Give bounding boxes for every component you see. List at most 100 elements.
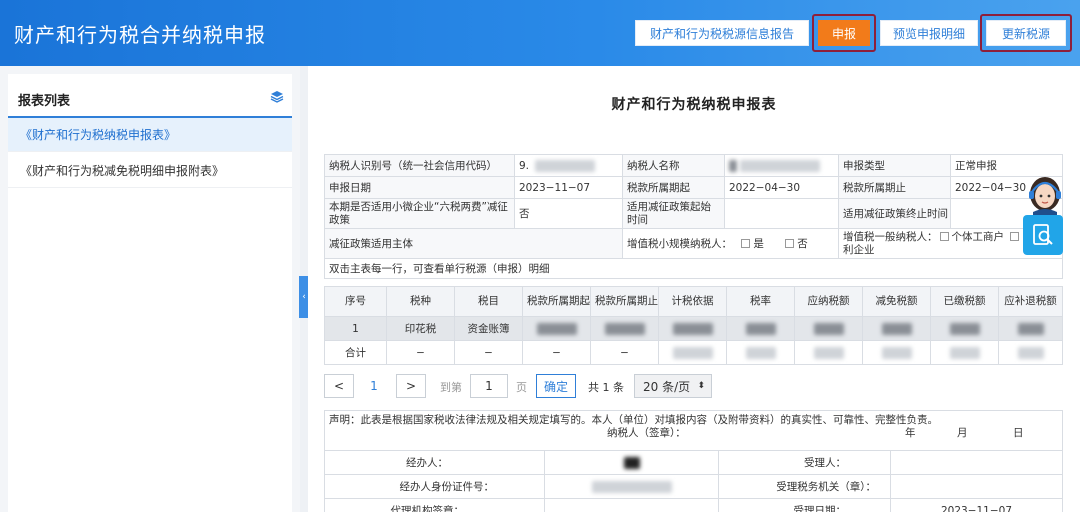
agent-value[interactable] (544, 450, 719, 475)
small-scale-yes-checkbox[interactable] (741, 239, 751, 248)
header-reduction: 减免税额 (862, 286, 931, 317)
tax-office-label: 受理税务机关（章）： (718, 474, 891, 499)
taxpayer-name-label: 纳税人名称 (622, 154, 725, 177)
page-input[interactable]: 1 (470, 374, 508, 398)
agent-id-label: 经办人身份证件号： (324, 474, 545, 499)
row-item: 资金账簿 (454, 316, 523, 341)
row-basis (658, 316, 727, 341)
prev-page-button[interactable]: < (324, 374, 354, 398)
document-search-icon (1033, 224, 1053, 245)
total-paid (930, 340, 999, 365)
total-reduction (862, 340, 931, 365)
row-period-start (522, 316, 591, 341)
enterprise-checkbox[interactable] (1010, 231, 1019, 241)
sidebar-item-main-form[interactable]: 《财产和行为税纳税申报表》 (8, 118, 292, 152)
row-payable (794, 316, 863, 341)
individual-label: 个体工商户 (951, 230, 1005, 243)
confirm-page-button[interactable]: 确定 (536, 374, 576, 398)
declare-date-label: 申报日期 (324, 176, 515, 199)
total-label: 合计 (324, 340, 387, 365)
header-rate: 税率 (726, 286, 795, 317)
total-rate (726, 340, 795, 365)
taxpayer-id-value[interactable]: 9. (514, 154, 623, 177)
day-label: 日 (1013, 427, 1024, 439)
header-period-start: 税款所属期起 (522, 286, 591, 317)
taxpayer-id-label: 纳税人识别号（统一社会信用代码） (324, 154, 515, 177)
small-micro-label: 本期是否适用小微企业“六税两费”减征政策 (324, 198, 515, 229)
reduction-start-value[interactable] (724, 198, 839, 229)
page-size-value: 20 条/页 (643, 379, 691, 394)
total-tax: − (386, 340, 455, 365)
page-size-select[interactable]: 20 条/页 ⬍ (634, 374, 712, 398)
update-source-button[interactable]: 更新税源 (986, 20, 1066, 46)
table-row[interactable]: 1 印花税 资金账簿 (324, 316, 1063, 341)
report-list-title: 报表列表 (18, 94, 71, 109)
preview-button[interactable]: 预览申报明细 (880, 20, 978, 46)
layers-icon[interactable] (270, 90, 284, 104)
sidebar-item-reduction-form[interactable]: 《财产和行为税减免税明细申报附表》 (8, 154, 292, 188)
next-page-button[interactable]: > (396, 374, 426, 398)
pagination: < 1 > 到第 1 页 确定 共 1 条 20 条/页 ⬍ (324, 374, 744, 398)
receive-date-label: 受理日期： (718, 498, 891, 512)
agency-label: 代理机构签章： (324, 498, 545, 512)
assistant-search-button[interactable] (1023, 215, 1063, 255)
row-index: 1 (324, 316, 387, 341)
form-title: 财产和行为税纳税申报表 (611, 97, 777, 113)
total-row: 合计 − − − − (324, 340, 1063, 365)
total-item: − (454, 340, 523, 365)
header-tax: 税种 (386, 286, 455, 317)
current-page[interactable]: 1 (362, 374, 386, 398)
period-start-value: 2022−04−30 (724, 176, 839, 199)
total-count: 共 1 条 (588, 381, 624, 394)
info-table: 纳税人识别号（统一社会信用代码） 9. 纳税人名称 申报类型 正常申报 申报日期… (324, 154, 1063, 279)
page-unit: 页 (516, 381, 527, 394)
no-label: 否 (797, 238, 808, 250)
agent-id-value[interactable] (544, 474, 719, 499)
declare-date-value: 2023−11−07 (514, 176, 623, 199)
taxpayer-name-value[interactable] (724, 154, 839, 177)
yes-label: 是 (753, 238, 764, 250)
general-tail-label: 利企业 (843, 243, 875, 256)
receiver-value (890, 450, 1063, 475)
reduction-start-label: 适用减征政策起始时间 (622, 198, 725, 229)
total-period-start: − (522, 340, 591, 365)
statement-text: 声明：此表是根据国家税收法律法规及相关规定填写的。本人（单位）对填报内容（及附带… (329, 414, 938, 426)
source-report-button[interactable]: 财产和行为税税源信息报告 (635, 20, 809, 46)
updown-icon: ⬍ (697, 381, 705, 391)
report-list-panel: 报表列表 《财产和行为税纳税申报表》 《财产和行为税减免税明细申报附表》 (8, 74, 292, 512)
tax-office-value (890, 474, 1063, 499)
declare-button[interactable]: 申报 (818, 20, 870, 46)
small-scale-no-checkbox[interactable] (785, 239, 795, 248)
header-item: 税目 (454, 286, 523, 317)
small-micro-value[interactable]: 否 (514, 198, 623, 229)
statement-cell: 声明：此表是根据国家税收法律法规及相关规定填写的。本人（单位）对填报内容（及附带… (324, 410, 1063, 451)
total-payable (794, 340, 863, 365)
receive-date-value: 2023−11−07 (890, 498, 1063, 512)
sidebar: 报表列表 《财产和行为税纳税申报表》 《财产和行为税减免税明细申报附表》 (0, 66, 300, 512)
reduction-subject-label: 减征政策适用主体 (324, 228, 623, 259)
row-reduction (862, 316, 931, 341)
customer-service-avatar-icon[interactable] (1022, 170, 1068, 218)
header-refund: 应补退税额 (998, 286, 1063, 317)
total-basis (658, 340, 727, 365)
header-basis: 计税依据 (658, 286, 727, 317)
statement-table: 声明：此表是根据国家税收法律法规及相关规定填写的。本人（单位）对填报内容（及附带… (324, 410, 1063, 512)
agency-value[interactable] (544, 498, 719, 512)
month-label: 月 (957, 427, 968, 439)
header-index: 序号 (324, 286, 387, 317)
individual-checkbox[interactable] (939, 231, 949, 241)
reduction-end-label: 适用减征政策终止时间 (838, 198, 951, 229)
hint-text: 双击主表每一行，可查看单行税源（申报）明细 (324, 258, 1063, 279)
row-refund (998, 316, 1063, 341)
small-scale-label: 增值税小规模纳税人： (627, 238, 732, 250)
row-paid (930, 316, 999, 341)
receiver-label: 受理人： (718, 450, 891, 475)
app-header: 财产和行为税合并纳税申报 财产和行为税税源信息报告 申报 预览申报明细 更新税源 (0, 0, 1080, 66)
total-period-end: − (590, 340, 659, 365)
total-refund (998, 340, 1063, 365)
row-period-end (590, 316, 659, 341)
agent-label: 经办人： (324, 450, 545, 475)
header-period-end: 税款所属期止 (590, 286, 659, 317)
period-start-label: 税款所属期起 (622, 176, 725, 199)
declare-type-label: 申报类型 (838, 154, 951, 177)
